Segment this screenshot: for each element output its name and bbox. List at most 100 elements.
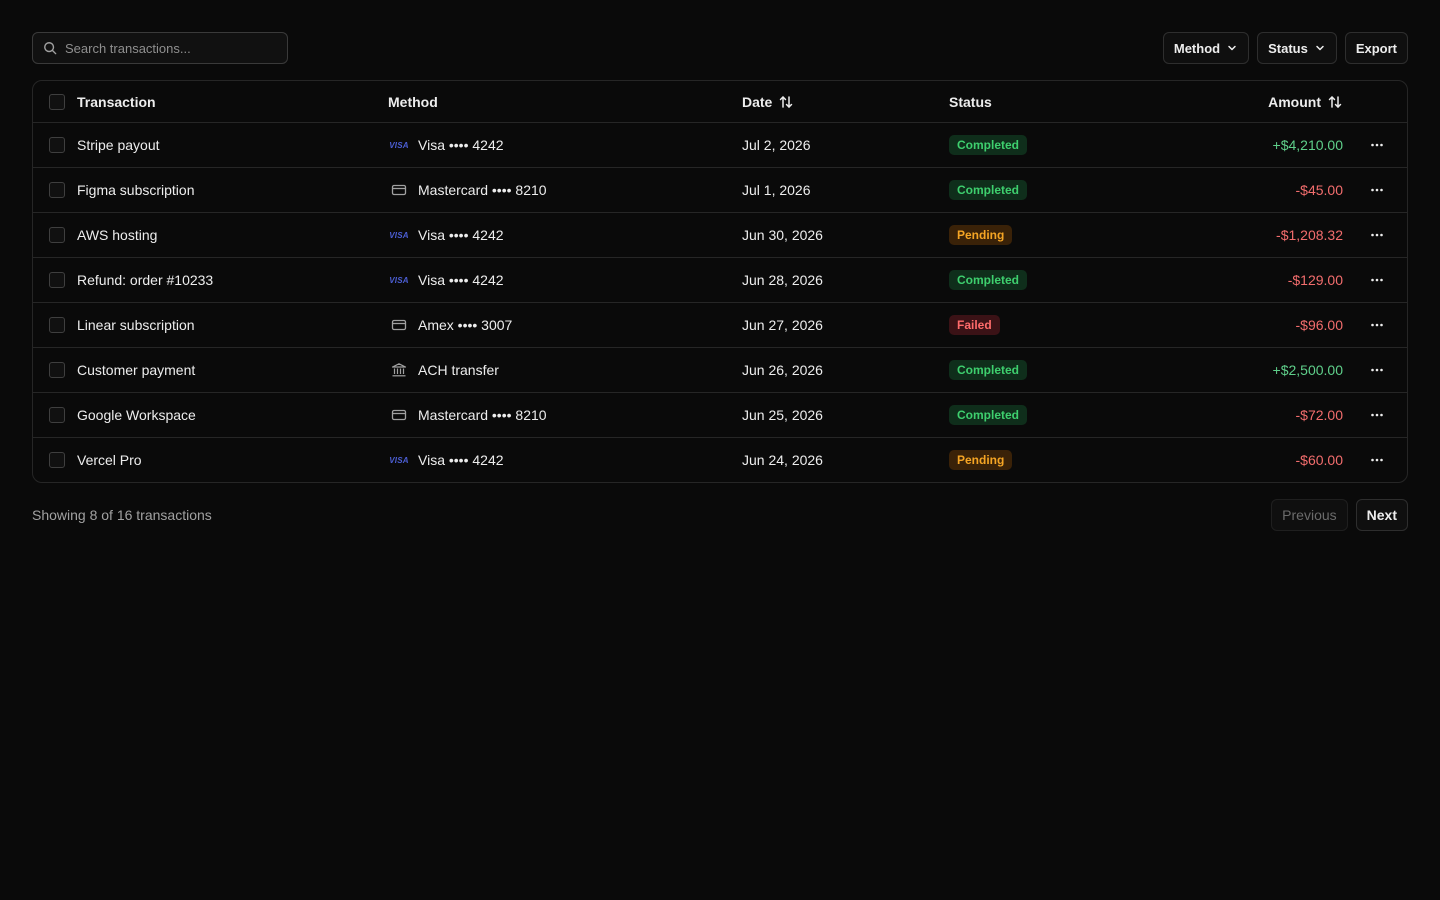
more-actions-icon[interactable] <box>1369 227 1385 243</box>
amount-cell: -$72.00 <box>1296 393 1343 437</box>
visa-icon: VISA <box>389 230 409 240</box>
visa-icon: VISA <box>389 275 409 285</box>
payment-method-label: Mastercard •••• 8210 <box>418 182 547 198</box>
table-row[interactable]: Stripe payout VISA Visa •••• 4242 Jul 2, 20… <box>33 122 1407 167</box>
row-select-cell <box>49 213 65 257</box>
status-cell: Completed <box>949 348 1028 392</box>
transaction-amount: -$60.00 <box>1295 452 1343 468</box>
table-footer: Showing 8 of 16 transactions Previous Ne… <box>32 499 1408 531</box>
search-icon <box>44 42 57 55</box>
transaction-amount: -$129.00 <box>1287 272 1343 288</box>
table-row[interactable]: Vercel Pro VISA Visa •••• 4242 Jun 24, 2026… <box>33 437 1407 482</box>
more-actions-icon[interactable] <box>1369 182 1385 198</box>
row-select-cell <box>49 258 65 302</box>
table-row[interactable]: Customer payment ACH transfer Jun 26, 2026… <box>33 347 1407 392</box>
table-body: Stripe payout VISA Visa •••• 4242 Jul 2, 20… <box>33 122 1407 482</box>
export-button[interactable]: Export <box>1344 32 1408 64</box>
method-filter-button[interactable]: Method <box>1162 32 1250 64</box>
row-checkbox[interactable] <box>49 227 65 243</box>
transaction-amount: -$45.00 <box>1295 182 1343 198</box>
toolbar-actions: Method Status Export <box>1162 32 1408 64</box>
row-checkbox[interactable] <box>49 452 65 468</box>
status-badge: Completed <box>949 405 1028 425</box>
status-badge: Completed <box>949 135 1028 155</box>
row-actions-cell <box>1363 393 1391 437</box>
payment-method-label: ACH transfer <box>418 362 499 378</box>
row-checkbox[interactable] <box>49 182 65 198</box>
amount-cell: -$96.00 <box>1296 303 1343 347</box>
transaction-name: Google Workspace <box>77 407 196 423</box>
row-select-cell <box>49 438 65 482</box>
row-select-cell <box>49 303 65 347</box>
transaction-date: Jun 27, 2026 <box>742 317 823 333</box>
search-input[interactable] <box>65 40 277 56</box>
status-cell: Completed <box>949 393 1028 437</box>
table-row[interactable]: Figma subscription Mastercard •••• 8210 Ju… <box>33 167 1407 212</box>
select-all-checkbox[interactable] <box>49 93 65 110</box>
search-box[interactable] <box>32 32 288 64</box>
transaction-date: Jul 2, 2026 <box>742 137 811 153</box>
status-cell: Completed <box>949 258 1028 302</box>
transaction-name: Vercel Pro <box>77 452 142 468</box>
more-actions-icon[interactable] <box>1369 137 1385 153</box>
transactions-table: Transaction Method Date Status Amount St… <box>32 80 1408 483</box>
column-header-method: Method <box>388 93 438 110</box>
status-badge: Completed <box>949 360 1028 380</box>
payment-method: VISA Visa •••• 4242 <box>388 123 503 167</box>
more-actions-icon[interactable] <box>1369 272 1385 288</box>
amount-cell: -$1,208.32 <box>1276 213 1343 257</box>
transaction-date: Jun 28, 2026 <box>742 272 823 288</box>
transaction-amount: -$72.00 <box>1295 407 1343 423</box>
column-header-transaction: Transaction <box>77 93 156 110</box>
payment-method: VISA Visa •••• 4242 <box>388 213 504 257</box>
transaction-date: Jun 24, 2026 <box>742 452 823 468</box>
payment-method: VISA Visa •••• 4242 <box>388 438 503 482</box>
results-summary: Showing 8 of 16 transactions <box>32 507 212 523</box>
pagination: Previous Next <box>1271 499 1408 531</box>
table-header: Transaction Method Date Status Amount <box>33 81 1407 122</box>
row-actions-cell <box>1363 258 1391 302</box>
table-row[interactable]: AWS hosting VISA Visa •••• 4242 Jun 30, 202… <box>33 212 1407 257</box>
row-select-cell <box>49 348 65 392</box>
row-actions-cell <box>1363 168 1391 212</box>
amount-cell: +$4,210.00 <box>1273 123 1343 167</box>
row-checkbox[interactable] <box>49 317 65 333</box>
previous-button[interactable]: Previous <box>1271 499 1348 531</box>
status-cell: Completed <box>949 123 1028 167</box>
row-actions-cell <box>1363 348 1391 392</box>
more-actions-icon[interactable] <box>1369 452 1385 468</box>
transaction-amount: +$4,210.00 <box>1272 137 1343 153</box>
transaction-name: Stripe payout <box>77 137 160 153</box>
toolbar: Method Status Export <box>32 32 1408 64</box>
payment-method-label: Mastercard •••• 8210 <box>418 407 547 423</box>
more-actions-icon[interactable] <box>1369 407 1385 423</box>
visa-icon: VISA <box>389 455 409 465</box>
row-checkbox[interactable] <box>49 407 65 423</box>
column-header-status: Status <box>949 93 992 110</box>
row-checkbox[interactable] <box>49 272 65 288</box>
payment-method: VISA Visa •••• 4242 <box>388 258 503 302</box>
transaction-name: Refund: order #10233 <box>77 272 214 288</box>
chevron-down-icon <box>1316 45 1324 51</box>
row-actions-cell <box>1363 438 1391 482</box>
sort-icon[interactable] <box>778 94 794 110</box>
credit-card-icon <box>388 317 410 333</box>
amount-cell: -$129.00 <box>1288 258 1343 302</box>
sort-icon[interactable] <box>1327 94 1343 110</box>
transaction-date: Jun 26, 2026 <box>742 362 823 378</box>
row-checkbox[interactable] <box>49 362 65 378</box>
column-header-date-cell: Date <box>742 81 794 122</box>
payment-method-label: Visa •••• 4242 <box>418 227 504 243</box>
next-button[interactable]: Next <box>1355 499 1408 531</box>
row-checkbox[interactable] <box>49 137 65 153</box>
table-row[interactable]: Google Workspace Mastercard •••• 8210 Jun … <box>33 392 1407 437</box>
more-actions-icon[interactable] <box>1369 362 1385 378</box>
select-all-cell <box>49 81 65 122</box>
payment-method-label: Amex •••• 3007 <box>418 317 513 333</box>
payment-method: Mastercard •••• 8210 <box>388 393 547 437</box>
more-actions-icon[interactable] <box>1369 317 1385 333</box>
table-row[interactable]: Linear subscription Amex •••• 3007 Jun 27,… <box>33 302 1407 347</box>
credit-card-icon <box>388 182 410 198</box>
status-filter-button[interactable]: Status <box>1257 32 1337 64</box>
table-row[interactable]: Refund: order #10233 VISA Visa •••• 4242 Ju… <box>33 257 1407 302</box>
